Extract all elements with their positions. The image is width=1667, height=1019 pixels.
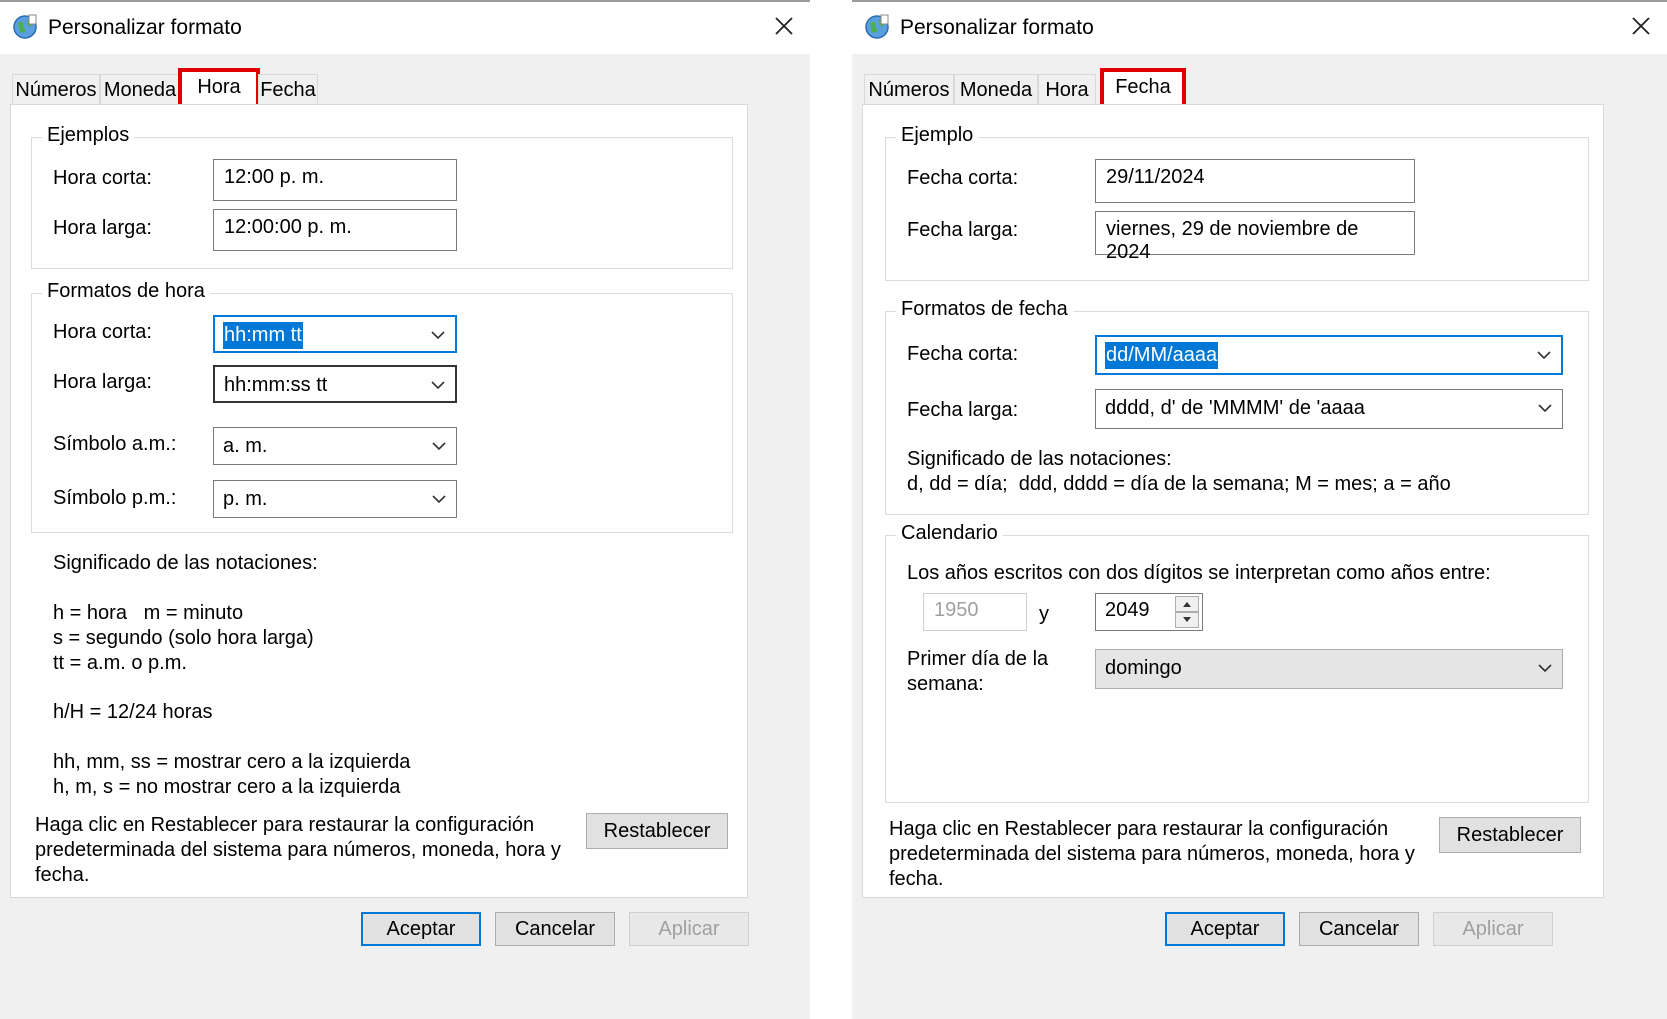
group-title: Formatos de fecha: [896, 298, 1073, 321]
tab-hora[interactable]: Hora: [1038, 74, 1096, 104]
tab-numeros[interactable]: Números: [12, 74, 100, 104]
first-day-label: semana:: [907, 673, 984, 695]
notation-title: Significado de las notaciones:: [907, 448, 1172, 470]
two-digit-year-text: Los años escritos con dos dígitos se int…: [907, 562, 1491, 584]
short-date-format-label: Fecha corta:: [907, 343, 1019, 365]
tab-hora[interactable]: Hora: [178, 68, 260, 108]
combo-value: domingo: [1105, 657, 1182, 679]
pm-symbol-combo[interactable]: p. m.: [213, 480, 457, 518]
notation-line: h = hora m = minuto: [53, 602, 244, 624]
year-from-field: 1950: [923, 593, 1027, 631]
long-time-example-field: 12:00:00 p. m.: [213, 209, 457, 251]
tab-fecha[interactable]: Fecha: [1100, 68, 1186, 108]
short-date-example-field: 29/11/2024: [1095, 159, 1415, 203]
tab-fecha[interactable]: Fecha: [258, 74, 318, 104]
am-symbol-label: Símbolo a.m.:: [53, 433, 177, 455]
reset-description: fecha.: [889, 868, 944, 890]
reset-button[interactable]: Restablecer: [586, 813, 728, 849]
ok-button[interactable]: Aceptar: [1165, 912, 1285, 946]
notation-title: Significado de las notaciones:: [53, 552, 318, 574]
dialog-fecha: Personalizar formato Números Moneda Hora…: [852, 0, 1667, 1019]
close-button[interactable]: [1615, 2, 1667, 54]
close-icon: [775, 17, 793, 35]
short-time-format-label: Hora corta:: [53, 321, 152, 343]
short-time-example-label: Hora corta:: [53, 167, 152, 189]
short-time-example-field: 12:00 p. m.: [213, 159, 457, 201]
title-bar: Personalizar formato: [0, 2, 810, 54]
cancel-button[interactable]: Cancelar: [1299, 912, 1419, 946]
spin-arrows-icon[interactable]: [1175, 596, 1199, 628]
first-day-label: Primer día de la: [907, 648, 1049, 670]
pm-symbol-label: Símbolo p.m.:: [53, 487, 177, 509]
group-title: Formatos de hora: [42, 280, 210, 303]
notation-line: h/H = 12/24 horas: [53, 701, 213, 723]
globe-icon: [865, 14, 889, 39]
chevron-down-icon: [432, 495, 446, 504]
combo-value: hh:mm tt: [223, 322, 303, 349]
cancel-button[interactable]: Cancelar: [495, 912, 615, 946]
notation-line: hh, mm, ss = mostrar cero a la izquierda: [53, 751, 411, 773]
tab-panel: Ejemplos Hora corta: 12:00 p. m. Hora la…: [10, 104, 748, 898]
year-to-value: 2049: [1105, 599, 1150, 621]
close-icon: [1632, 17, 1650, 35]
combo-value: p. m.: [223, 488, 268, 510]
chevron-down-icon: [1538, 664, 1552, 673]
combo-value: dddd, d' de 'MMMM' de 'aaaa: [1105, 397, 1365, 419]
chevron-down-icon: [1537, 351, 1551, 360]
combo-value: dd/MM/aaaa: [1105, 342, 1219, 369]
group-title: Ejemplos: [42, 124, 135, 147]
short-date-format-combo[interactable]: dd/MM/aaaa: [1095, 335, 1563, 375]
ok-button[interactable]: Aceptar: [361, 912, 481, 946]
group-title: Ejemplo: [896, 124, 979, 147]
apply-button[interactable]: Aplicar: [629, 912, 749, 946]
reset-description: predeterminada del sistema para números,…: [889, 843, 1415, 865]
reset-description: predeterminada del sistema para números,…: [35, 839, 561, 861]
dialog-title: Personalizar formato: [48, 16, 242, 39]
close-button[interactable]: [758, 2, 810, 54]
dialog-hora: Personalizar formato Números Moneda Hora…: [0, 0, 810, 1019]
chevron-down-icon: [1538, 404, 1552, 413]
title-bar: Personalizar formato: [852, 2, 1667, 54]
tab-numeros[interactable]: Números: [864, 74, 954, 104]
and-label: y: [1039, 603, 1049, 625]
notation-line: tt = a.m. o p.m.: [53, 652, 187, 674]
reset-description: Haga clic en Restablecer para restaurar …: [35, 814, 535, 836]
short-date-example-label: Fecha corta:: [907, 167, 1019, 189]
long-date-format-label: Fecha larga:: [907, 399, 1019, 421]
chevron-down-icon: [431, 381, 445, 390]
reset-description: Haga clic en Restablecer para restaurar …: [889, 818, 1389, 840]
tab-moneda[interactable]: Moneda: [100, 74, 180, 104]
long-time-format-combo[interactable]: hh:mm:ss tt: [213, 365, 457, 403]
reset-description: fecha.: [35, 864, 90, 886]
long-date-format-combo[interactable]: dddd, d' de 'MMMM' de 'aaaa: [1095, 389, 1563, 429]
long-date-example-label: Fecha larga:: [907, 219, 1019, 241]
tab-moneda[interactable]: Moneda: [954, 74, 1038, 104]
long-time-format-label: Hora larga:: [53, 371, 152, 393]
long-date-example-field: viernes, 29 de noviembre de 2024: [1095, 211, 1415, 263]
globe-icon: [13, 14, 37, 39]
first-day-combo[interactable]: domingo: [1095, 649, 1563, 689]
combo-value: hh:mm:ss tt: [224, 374, 328, 396]
notation-line: d, dd = día; ddd, dddd = día de la seman…: [907, 473, 1451, 495]
reset-button[interactable]: Restablecer: [1439, 817, 1581, 853]
combo-value: a. m.: [223, 435, 268, 457]
tab-panel: Ejemplo Fecha corta: 29/11/2024 Fecha la…: [862, 104, 1604, 898]
apply-button[interactable]: Aplicar: [1433, 912, 1553, 946]
dialog-title: Personalizar formato: [900, 16, 1094, 39]
short-time-format-combo[interactable]: hh:mm tt: [213, 315, 457, 353]
chevron-down-icon: [431, 331, 445, 340]
long-time-example-label: Hora larga:: [53, 217, 152, 239]
notation-line: h, m, s = no mostrar cero a la izquierda: [53, 776, 401, 798]
group-title: Calendario: [896, 522, 1003, 545]
am-symbol-combo[interactable]: a. m.: [213, 427, 457, 465]
chevron-down-icon: [432, 442, 446, 451]
notation-line: s = segundo (solo hora larga): [53, 627, 314, 649]
